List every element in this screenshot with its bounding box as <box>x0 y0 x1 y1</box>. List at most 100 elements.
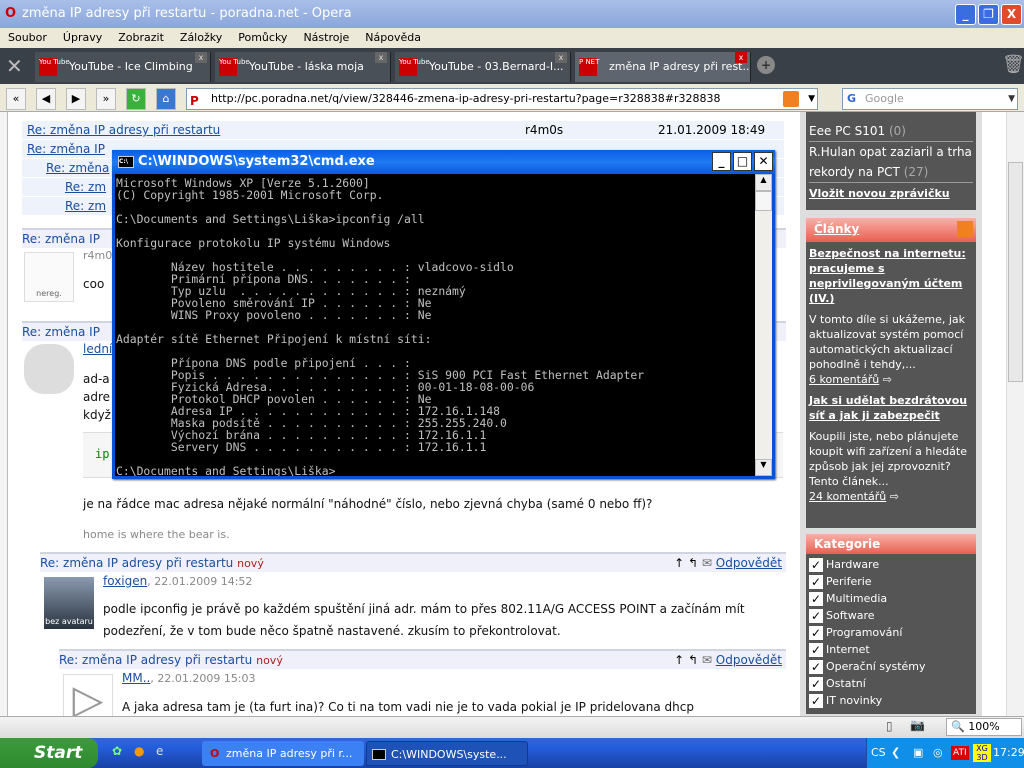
ie-icon[interactable]: e <box>156 744 163 758</box>
category-item[interactable]: ✓ Programování <box>809 624 973 641</box>
reply-link[interactable]: Odpovědět <box>716 556 782 570</box>
home-button[interactable]: ⌂ <box>156 88 176 110</box>
scrollbar-thumb[interactable] <box>755 191 772 211</box>
post-author[interactable]: foxigen <box>103 574 147 588</box>
tools-icon[interactable]: ✕ <box>6 54 23 78</box>
network-icon[interactable]: ▣ <box>913 738 923 768</box>
rss-icon[interactable] <box>957 221 973 237</box>
console-output[interactable]: Microsoft Windows XP [Verze 5.1.2600] (C… <box>115 174 755 476</box>
firefox-icon[interactable]: ● <box>134 744 144 758</box>
scroll-up-icon[interactable]: ▲ <box>755 174 772 191</box>
page-scrollbar[interactable] <box>1006 112 1024 716</box>
minimize-button[interactable]: _ <box>955 4 976 25</box>
rewind-button[interactable]: « <box>6 88 26 110</box>
cmd-maximize-button[interactable]: □ <box>733 152 752 171</box>
article-link[interactable]: Jak si udělat bezdrátovou síť a jak ji z… <box>809 393 973 423</box>
add-news-link[interactable]: Vložit novou zprávičku <box>809 187 950 200</box>
cmd-title-bar[interactable]: C:\ C:\WINDOWS\system32\cmd.exe _ □ ✕ <box>112 150 775 174</box>
menu-upravy[interactable]: Úpravy <box>55 28 110 48</box>
tab-zmena-ip[interactable]: P NET změna IP adresy při rest... x <box>575 52 751 82</box>
taskbar-item-cmd[interactable]: C:\WINDOWS\syste... <box>366 741 528 766</box>
language-indicator[interactable]: CS <box>871 738 886 768</box>
category-item[interactable]: ✓ Ostatní <box>809 675 973 692</box>
forward-button[interactable]: ▶ <box>66 88 86 110</box>
checkbox-checked-icon[interactable]: ✓ <box>809 693 823 708</box>
xgi-3d-icon[interactable]: XG 3D <box>973 744 991 762</box>
tab-youtube-bernard[interactable]: You Tube YouTube - 03.Bernard-I... x <box>395 52 571 82</box>
news-item[interactable]: R.Hulan opat zaziaril a trha rekordy na … <box>809 145 972 179</box>
checkbox-checked-icon[interactable]: ✓ <box>809 591 823 606</box>
comments-link[interactable]: 24 komentářů <box>809 490 886 503</box>
menu-zobrazit[interactable]: Zobrazit <box>110 28 172 48</box>
ati-icon[interactable]: ATI <box>951 746 969 760</box>
zoom-select[interactable]: 🔍 100% <box>946 718 1022 736</box>
tab-youtube-laska-moja[interactable]: You Tube YouTube - láska moja x <box>215 52 391 82</box>
category-item[interactable]: ✓ IT novinky <box>809 692 973 709</box>
category-item[interactable]: ✓ Periferie <box>809 573 973 590</box>
articles-link[interactable]: Články <box>814 222 859 236</box>
cmd-close-button[interactable]: ✕ <box>754 152 773 171</box>
menu-soubor[interactable]: Soubor <box>0 28 55 48</box>
fast-forward-button[interactable]: » <box>96 88 116 110</box>
scroll-down-icon[interactable]: ▼ <box>755 459 772 476</box>
post-title[interactable]: Re: změna IP adresy při restartu <box>59 653 252 667</box>
post-author[interactable]: MM.. <box>122 671 150 685</box>
arrow-back-icon[interactable]: ↰ <box>688 556 698 570</box>
close-tab-icon[interactable]: x <box>735 52 747 63</box>
thread-link[interactable]: Re: zm <box>65 197 106 216</box>
checkbox-checked-icon[interactable]: ✓ <box>809 625 823 640</box>
table-row[interactable]: Re: změna IP adresy při restartu r4m0s 2… <box>22 121 784 140</box>
category-item[interactable]: ✓ Software <box>809 607 973 624</box>
cmd-scrollbar[interactable]: ▲ ▼ <box>755 174 772 476</box>
taskbar-item-opera[interactable]: Ozměna IP adresy při r... <box>202 741 364 766</box>
checkbox-checked-icon[interactable]: ✓ <box>809 659 823 674</box>
category-item[interactable]: ✓ Internet <box>809 641 973 658</box>
back-button[interactable]: ◀ <box>36 88 56 110</box>
show-hidden-icon[interactable]: ❮ <box>891 738 900 768</box>
address-field[interactable]: P http://pc.poradna.net/q/view/328446-zm… <box>186 88 818 110</box>
device-icon[interactable]: ▯ <box>886 719 893 733</box>
checkbox-checked-icon[interactable]: ✓ <box>809 608 823 623</box>
arrow-back-icon[interactable]: ↰ <box>688 653 698 667</box>
menu-nastroje[interactable]: Nástroje <box>295 28 357 48</box>
comments-link[interactable]: 6 komentářů <box>809 373 879 386</box>
checkbox-checked-icon[interactable]: ✓ <box>809 642 823 657</box>
restore-button[interactable]: ❐ <box>978 4 999 25</box>
chevron-down-icon[interactable]: ▼ <box>808 89 815 109</box>
category-item[interactable]: ✓ Hardware <box>809 556 973 573</box>
trash-icon[interactable]: 🗑 <box>1002 54 1024 75</box>
close-tab-icon[interactable]: x <box>555 52 567 63</box>
scrollbar-thumb[interactable] <box>1008 162 1023 382</box>
arrow-up-icon[interactable]: ↑ <box>674 653 684 667</box>
menu-zalozky[interactable]: Záložky <box>172 28 230 48</box>
checkbox-checked-icon[interactable]: ✓ <box>809 574 823 589</box>
post-title[interactable]: Re: změna IP <box>22 325 100 339</box>
post-title[interactable]: Re: změna IP adresy při restartu <box>40 556 233 570</box>
tray-app-icon[interactable]: ◎ <box>933 738 943 768</box>
close-tab-icon[interactable]: x <box>195 52 207 63</box>
menu-napoveda[interactable]: Nápověda <box>357 28 429 48</box>
category-item[interactable]: ✓ Operační systémy <box>809 658 973 675</box>
reply-link[interactable]: Odpovědět <box>716 653 782 667</box>
category-item[interactable]: ✓ Multimedia <box>809 590 973 607</box>
checkbox-checked-icon[interactable]: ✓ <box>809 557 823 572</box>
thread-link[interactable]: Re: zm <box>65 178 106 197</box>
checkbox-checked-icon[interactable]: ✓ <box>809 676 823 691</box>
menu-pomucky[interactable]: Pomůcky <box>230 28 295 48</box>
rss-icon[interactable] <box>783 91 799 107</box>
reload-button[interactable]: ↻ <box>126 88 146 110</box>
close-button[interactable]: X <box>1001 4 1022 25</box>
camera-icon[interactable]: 📷 <box>910 718 925 732</box>
thread-link[interactable]: Re: změna IP adresy při restartu <box>27 121 220 140</box>
mail-icon[interactable]: ✉ <box>702 653 712 667</box>
thread-link[interactable]: Re: změna <box>46 159 109 178</box>
post-title[interactable]: Re: změna IP <box>22 232 100 246</box>
arrow-up-icon[interactable]: ↑ <box>674 556 684 570</box>
post-author[interactable]: lední <box>83 342 112 356</box>
quicklaunch-icon[interactable]: ✿ <box>112 744 122 758</box>
search-input[interactable]: G Google ▼ <box>842 88 1018 110</box>
close-tab-icon[interactable]: x <box>375 52 387 63</box>
cmd-minimize-button[interactable]: _ <box>712 152 731 171</box>
new-tab-button[interactable]: + <box>757 56 775 74</box>
thread-link[interactable]: Re: změna IP <box>27 140 105 159</box>
